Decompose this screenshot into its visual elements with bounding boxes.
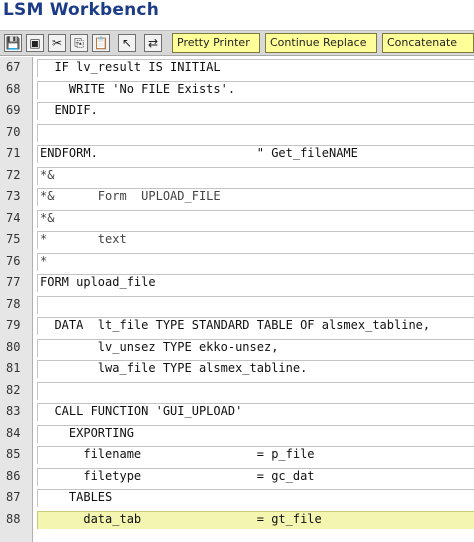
line-number: 70 — [6, 124, 21, 139]
code-line[interactable]: 76 * — [0, 251, 474, 273]
code-line[interactable]: 72 *& — [0, 165, 474, 187]
line-number: 67 — [6, 60, 21, 74]
line-cell — [37, 381, 474, 400]
line-cell — [37, 102, 474, 120]
line-number: 77 — [6, 275, 21, 289]
code-line[interactable]: 78 — [0, 294, 474, 316]
code-text[interactable]: EXPORTING — [40, 423, 134, 444]
replace-icon[interactable]: ⇄ — [144, 34, 162, 52]
line-cell — [37, 295, 474, 314]
line-number: 82 — [6, 382, 21, 397]
code-text[interactable]: CALL FUNCTION 'GUI_UPLOAD' — [40, 401, 242, 422]
code-line[interactable]: 79 DATA lt_file TYPE STANDARD TABLE OF a… — [0, 315, 474, 337]
line-cell — [37, 209, 474, 228]
title-bar: LSM Workbench — [0, 0, 474, 26]
code-line[interactable]: 71 ENDFORM. " Get_fileNAME — [0, 143, 474, 165]
line-number: 69 — [6, 103, 21, 117]
line-number: 71 — [6, 146, 21, 160]
code-text[interactable]: IF lv_result IS INITIAL — [40, 57, 220, 78]
paste-icon[interactable]: 📋 — [92, 34, 110, 52]
code-text[interactable]: * — [40, 251, 47, 272]
code-text[interactable]: lwa_file TYPE alsmex_tabline. — [40, 358, 308, 379]
code-text[interactable]: *& Form UPLOAD_FILE — [40, 186, 221, 207]
code-line[interactable]: 67 IF lv_result IS INITIAL — [0, 57, 474, 79]
line-number: 78 — [6, 296, 21, 311]
code-text[interactable]: FORM upload_file — [40, 272, 156, 293]
code-line[interactable]: 75 * text — [0, 229, 474, 251]
line-number: 79 — [6, 318, 21, 332]
line-number: 80 — [6, 339, 21, 354]
window-icon[interactable]: ▣ — [26, 34, 44, 52]
line-number: 75 — [6, 232, 21, 246]
line-cell — [37, 252, 474, 271]
toolbar: 💾 ▣ ✂ ⎘ 📋 ↖ ⇄ Pretty Printer Continue Re… — [0, 30, 474, 56]
line-number: 87 — [6, 490, 21, 504]
line-number: 88 — [6, 511, 21, 526]
code-text[interactable]: ENDIF. — [40, 100, 97, 121]
code-line-highlighted[interactable]: 88 data_tab = gt_file — [0, 509, 474, 531]
code-line[interactable]: 81 lwa_file TYPE alsmex_tabline. — [0, 358, 474, 380]
line-cell — [37, 123, 474, 142]
code-text[interactable]: DATA lt_file TYPE STANDARD TABLE OF alsm… — [40, 315, 430, 336]
code-line[interactable]: 70 — [0, 122, 474, 144]
continue-replace-button[interactable]: Continue Replace — [265, 33, 377, 53]
app-title: LSM Workbench — [3, 0, 160, 20]
line-number: 83 — [6, 404, 21, 418]
code-text[interactable]: filetype = gc_dat — [40, 466, 314, 487]
code-text[interactable]: *& — [40, 165, 54, 186]
code-line[interactable]: 85 filename = p_file — [0, 444, 474, 466]
code-line[interactable]: 83 CALL FUNCTION 'GUI_UPLOAD' — [0, 401, 474, 423]
code-line[interactable]: 74 *& — [0, 208, 474, 230]
code-text[interactable]: *& — [40, 208, 54, 229]
line-number: 85 — [6, 447, 21, 461]
line-number: 81 — [6, 361, 21, 375]
code-line[interactable]: 82 — [0, 380, 474, 402]
code-text[interactable]: ENDFORM. " Get_fileNAME — [40, 143, 358, 164]
copy-icon[interactable]: ⎘ — [70, 34, 88, 52]
save-icon[interactable]: 💾 — [4, 34, 22, 52]
code-text[interactable]: data_tab = gt_file — [40, 509, 321, 530]
concatenate-button[interactable]: Concatenate — [382, 33, 474, 53]
code-line[interactable]: 86 filetype = gc_dat — [0, 466, 474, 488]
line-cell — [37, 166, 474, 185]
code-line[interactable]: 68 WRITE 'No FILE Exists'. — [0, 79, 474, 101]
code-text[interactable]: filename = p_file — [40, 444, 314, 465]
code-text[interactable]: * text — [40, 229, 127, 250]
line-number: 74 — [6, 210, 21, 225]
cut-icon[interactable]: ✂ — [48, 34, 66, 52]
code-text[interactable]: lv_unsez TYPE ekko-unsez, — [40, 337, 279, 358]
line-number: 73 — [6, 189, 21, 203]
code-line[interactable]: 77 FORM upload_file — [0, 272, 474, 294]
code-line[interactable]: 80 lv_unsez TYPE ekko-unsez, — [0, 337, 474, 359]
code-line[interactable]: 73 *& Form UPLOAD_FILE — [0, 186, 474, 208]
code-line[interactable]: 87 TABLES — [0, 487, 474, 509]
pointer-icon[interactable]: ↖ — [118, 34, 136, 52]
code-text[interactable]: WRITE 'No FILE Exists'. — [40, 79, 235, 100]
code-editor[interactable]: 67 IF lv_result IS INITIAL 68 WRITE 'No F… — [0, 57, 474, 542]
line-number: 86 — [6, 468, 21, 483]
line-number: 84 — [6, 425, 21, 440]
code-line[interactable]: 69 ENDIF. — [0, 100, 474, 122]
line-number: 68 — [6, 81, 21, 96]
code-text[interactable]: TABLES — [40, 487, 112, 508]
line-number: 76 — [6, 253, 21, 268]
pretty-printer-button[interactable]: Pretty Printer — [172, 33, 260, 53]
line-number: 72 — [6, 167, 21, 182]
code-line[interactable]: 84 EXPORTING — [0, 423, 474, 445]
